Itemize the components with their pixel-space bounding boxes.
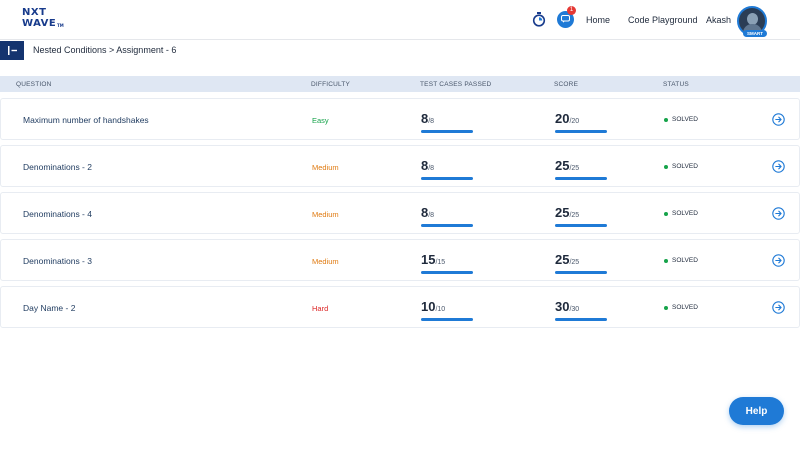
difficulty-label: Medium [312,163,339,172]
help-button[interactable]: Help [729,397,784,425]
chat-notification-icon[interactable]: 1 [556,6,576,28]
score-value: 25 [555,158,570,173]
nav-home-link[interactable]: Home [586,15,610,25]
tc-progress-bar [421,224,473,227]
score: 25/25 [555,251,607,274]
status-dot-icon [664,305,668,310]
score-total-value: /30 [569,306,580,313]
score-total-value: /25 [569,212,580,219]
status-badge: SOLVED [664,116,698,123]
col-header-test-cases-passed: TEST CASES PASSED [420,81,492,88]
breadcrumb[interactable]: Nested Conditions > Assignment - 6 [33,45,176,55]
arrow-right-circle-icon[interactable] [772,160,785,173]
notification-badge: 1 [567,6,576,15]
arrow-right-circle-icon[interactable] [772,254,785,267]
status-label: SOLVED [672,304,698,311]
status-label: SOLVED [672,163,698,170]
question-name[interactable]: Denominations - 2 [23,162,92,172]
status-dot-icon [664,117,668,122]
tc-total-value: /15 [435,259,446,266]
score: 25/25 [555,157,607,180]
status-dot-icon [664,164,668,169]
stopwatch-icon[interactable] [530,10,548,28]
difficulty-label: Easy [312,116,329,125]
status-badge: SOLVED [664,304,698,311]
difficulty-label: Hard [312,304,329,313]
status-dot-icon [664,211,668,216]
score-value: 25 [555,205,570,220]
test-cases-passed: 8/8 [421,157,473,180]
tc-progress-bar [421,130,473,133]
score: 25/25 [555,204,607,227]
score-total-value: /25 [569,259,580,266]
tc-progress-bar [421,177,473,180]
sidebar-toggle-button[interactable] [0,41,24,60]
col-header-status: STATUS [663,81,689,88]
tc-progress-bar [421,318,473,321]
score-value: 20 [555,111,570,126]
status-badge: SOLVED [664,257,698,264]
tc-total-value: /8 [428,212,435,219]
difficulty-label: Medium [312,257,339,266]
score: 30/30 [555,298,607,321]
arrow-right-circle-icon[interactable] [772,301,785,314]
question-name[interactable]: Day Name - 2 [23,303,75,313]
difficulty-label: Medium [312,210,339,219]
logo-trademark: TM [57,23,64,28]
test-cases-passed: 10/10 [421,298,473,321]
tc-progress-bar [421,271,473,274]
table-row[interactable]: Denominations - 2 Medium 8/8 25/25 SOLVE… [0,145,800,187]
tc-passed-value: 10 [421,299,436,314]
table-row[interactable]: Denominations - 3 Medium 15/15 25/25 SOL… [0,239,800,281]
score-total-value: /25 [569,165,580,172]
col-header-difficulty: DIFFICULTY [311,81,351,88]
question-name[interactable]: Denominations - 4 [23,209,92,219]
status-dot-icon [664,258,668,263]
question-name[interactable]: Maximum number of handshakes [23,115,149,125]
status-label: SOLVED [672,116,698,123]
logo-text-line1: NXT [22,7,47,18]
score-progress-bar [555,318,607,321]
score-progress-bar [555,224,607,227]
score-progress-bar [555,271,607,274]
user-name[interactable]: Akash [706,15,731,25]
score-value: 30 [555,299,570,314]
test-cases-passed: 8/8 [421,204,473,227]
top-navbar: NXT WAVE TM 1 Home Code Playground Akash… [0,0,800,40]
test-cases-passed: 15/15 [421,251,473,274]
score-total-value: /20 [569,118,580,125]
arrow-right-circle-icon[interactable] [772,113,785,126]
col-header-score: SCORE [554,81,579,88]
nxtwave-logo[interactable]: NXT WAVE TM [22,8,68,32]
question-name[interactable]: Denominations - 3 [23,256,92,266]
tc-total-value: /10 [435,306,446,313]
col-header-question: QUESTION [16,81,52,88]
table-row[interactable]: Day Name - 2 Hard 10/10 30/30 SOLVED [0,286,800,328]
sidebar-expand-icon [7,46,17,55]
status-label: SOLVED [672,210,698,217]
logo-text-line2: WAVE [22,18,57,29]
table-header: QUESTION DIFFICULTY TEST CASES PASSED SC… [0,76,800,92]
score: 20/20 [555,110,607,133]
nav-code-playground-link[interactable]: Code Playground [628,15,698,25]
avatar-level-tag: SMART [743,30,767,37]
table-row[interactable]: Denominations - 4 Medium 8/8 25/25 SOLVE… [0,192,800,234]
arrow-right-circle-icon[interactable] [772,207,785,220]
status-label: SOLVED [672,257,698,264]
status-badge: SOLVED [664,210,698,217]
score-progress-bar [555,130,607,133]
tc-passed-value: 15 [421,252,436,267]
score-progress-bar [555,177,607,180]
status-badge: SOLVED [664,163,698,170]
score-value: 25 [555,252,570,267]
test-cases-passed: 8/8 [421,110,473,133]
table-row[interactable]: Maximum number of handshakes Easy 8/8 20… [0,98,800,140]
tc-total-value: /8 [428,165,435,172]
tc-total-value: /8 [428,118,435,125]
